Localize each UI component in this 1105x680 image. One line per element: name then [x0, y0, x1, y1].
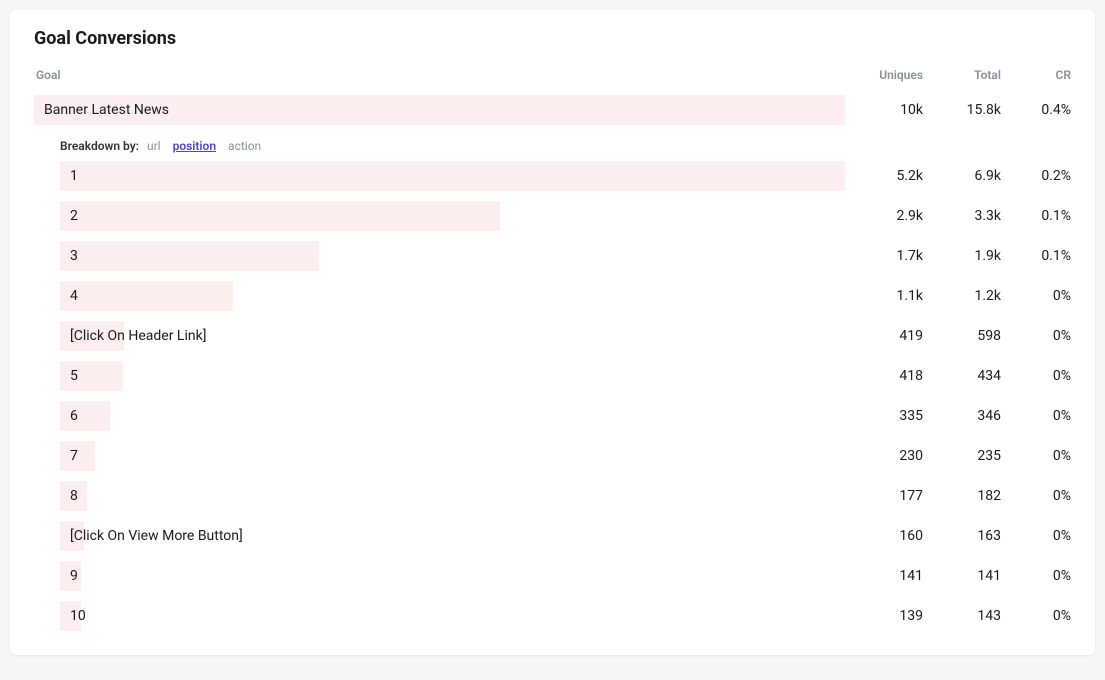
goal-uniques: 10k: [845, 102, 923, 118]
breakdown-item-label: [Click On Header Link]: [60, 328, 206, 344]
breakdown-row-item[interactable]: 7 2302350%: [60, 441, 1071, 471]
breakdown-item-label: [Click On View More Button]: [60, 528, 243, 544]
breakdown-item-cr: 0%: [1001, 288, 1071, 304]
breakdown-item-total: 3.3k: [923, 208, 1001, 224]
breakdown-tabs: url position action: [147, 139, 261, 153]
breakdown-bar-cell: 5: [60, 361, 845, 391]
breakdown-bar-cell: 2: [60, 201, 845, 231]
breakdown-row-item[interactable]: 10 1391430%: [60, 601, 1071, 631]
breakdown-item-uniques: 418: [845, 368, 923, 384]
breakdown-item-cr: 0.2%: [1001, 168, 1071, 184]
breakdown-item-label: 5: [60, 368, 78, 384]
breakdown-item-cr: 0.1%: [1001, 248, 1071, 264]
breakdown-item-total: 346: [923, 408, 1001, 424]
goal-total: 15.8k: [923, 102, 1001, 118]
breakdown-bar-cell: 6: [60, 401, 845, 431]
breakdown-item-total: 182: [923, 488, 1001, 504]
breakdown-item-label: 6: [60, 408, 78, 424]
breakdown-item-label: 2: [60, 208, 78, 224]
header-goal: Goal: [34, 68, 845, 82]
breakdown-item-uniques: 160: [845, 528, 923, 544]
breakdown-bar-cell: 1: [60, 161, 845, 191]
goal-row[interactable]: Banner Latest News 10k 15.8k 0.4%: [34, 93, 1071, 127]
breakdown-item-uniques: 2.9k: [845, 208, 923, 224]
breakdown-bar-fill: [60, 241, 319, 271]
goal-label: Banner Latest News: [34, 102, 169, 118]
breakdown-tab-action[interactable]: action: [228, 139, 261, 153]
breakdown-item-total: 141: [923, 568, 1001, 584]
header-uniques: Uniques: [845, 68, 923, 82]
breakdown-bar-cell: [Click On Header Link]: [60, 321, 845, 351]
breakdown-item-total: 6.9k: [923, 168, 1001, 184]
breakdown-item-uniques: 1.1k: [845, 288, 923, 304]
breakdown-item-total: 163: [923, 528, 1001, 544]
breakdown-list: 15.2k6.9k0.2%22.9k3.3k0.1%31.7k1.9k0.1%4…: [34, 161, 1071, 631]
breakdown-item-cr: 0%: [1001, 328, 1071, 344]
breakdown-row-item[interactable]: 6 3353460%: [60, 401, 1071, 431]
breakdown-item-uniques: 335: [845, 408, 923, 424]
breakdown-tab-url[interactable]: url: [147, 139, 161, 153]
breakdown-item-cr: 0%: [1001, 368, 1071, 384]
breakdown-item-total: 1.9k: [923, 248, 1001, 264]
breakdown-item-cr: 0%: [1001, 568, 1071, 584]
breakdown-bar-cell: 9: [60, 561, 845, 591]
card-title: Goal Conversions: [34, 28, 1071, 49]
breakdown-row-item[interactable]: 3 1.7k1.9k0.1%: [60, 241, 1071, 271]
header-cr: CR: [1001, 68, 1071, 82]
breakdown-row-item[interactable]: 8 1771820%: [60, 481, 1071, 511]
breakdown-item-label: 9: [60, 568, 78, 584]
breakdown-bar-fill: [60, 161, 845, 191]
breakdown-item-uniques: 139: [845, 608, 923, 624]
breakdown-bar-cell: 3: [60, 241, 845, 271]
breakdown-item-uniques: 419: [845, 328, 923, 344]
breakdown-bar-cell: 4: [60, 281, 845, 311]
breakdown-item-cr: 0%: [1001, 408, 1071, 424]
breakdown-bar-fill: [60, 201, 500, 231]
breakdown-item-cr: 0%: [1001, 448, 1071, 464]
breakdown-item-cr: 0%: [1001, 528, 1071, 544]
breakdown-row-item[interactable]: 4 1.1k1.2k0%: [60, 281, 1071, 311]
breakdown-item-label: 10: [60, 608, 86, 624]
goal-cr: 0.4%: [1001, 102, 1071, 118]
breakdown-item-uniques: 141: [845, 568, 923, 584]
breakdown-item-uniques: 1.7k: [845, 248, 923, 264]
breakdown-item-cr: 0%: [1001, 488, 1071, 504]
breakdown-item-cr: 0.1%: [1001, 208, 1071, 224]
breakdown-item-label: 4: [60, 288, 78, 304]
table-header: Goal Uniques Total CR: [34, 63, 1071, 93]
breakdown-row-item[interactable]: 1 5.2k6.9k0.2%: [60, 161, 1071, 191]
breakdown-item-total: 1.2k: [923, 288, 1001, 304]
breakdown-row-item[interactable]: [Click On Header Link] 4195980%: [60, 321, 1071, 351]
breakdown-row-item[interactable]: 5 4184340%: [60, 361, 1071, 391]
breakdown-item-label: 1: [60, 168, 78, 184]
breakdown-tab-position[interactable]: position: [173, 139, 216, 153]
breakdown-row: Breakdown by: url position action: [34, 127, 1071, 161]
breakdown-item-uniques: 177: [845, 488, 923, 504]
breakdown-row-item[interactable]: [Click On View More Button] 1601630%: [60, 521, 1071, 551]
goal-conversions-card: Goal Conversions Goal Uniques Total CR B…: [10, 10, 1095, 655]
breakdown-item-total: 598: [923, 328, 1001, 344]
breakdown-bar-cell: 10: [60, 601, 845, 631]
breakdown-item-uniques: 5.2k: [845, 168, 923, 184]
breakdown-bar-fill: [60, 281, 233, 311]
breakdown-item-label: 3: [60, 248, 78, 264]
goal-bar-cell: Banner Latest News: [34, 95, 845, 125]
breakdown-item-cr: 0%: [1001, 608, 1071, 624]
header-total: Total: [923, 68, 1001, 82]
breakdown-item-label: 7: [60, 448, 78, 464]
breakdown-item-total: 235: [923, 448, 1001, 464]
breakdown-label: Breakdown by:: [60, 139, 139, 153]
breakdown-row-item[interactable]: 91411410%: [60, 561, 1071, 591]
breakdown-bar-cell: [Click On View More Button]: [60, 521, 845, 551]
breakdown-bar-cell: 8: [60, 481, 845, 511]
breakdown-row-item[interactable]: 2 2.9k3.3k0.1%: [60, 201, 1071, 231]
breakdown-item-uniques: 230: [845, 448, 923, 464]
breakdown-item-label: 8: [60, 488, 78, 504]
breakdown-item-total: 434: [923, 368, 1001, 384]
breakdown-bar-cell: 7: [60, 441, 845, 471]
breakdown-item-total: 143: [923, 608, 1001, 624]
